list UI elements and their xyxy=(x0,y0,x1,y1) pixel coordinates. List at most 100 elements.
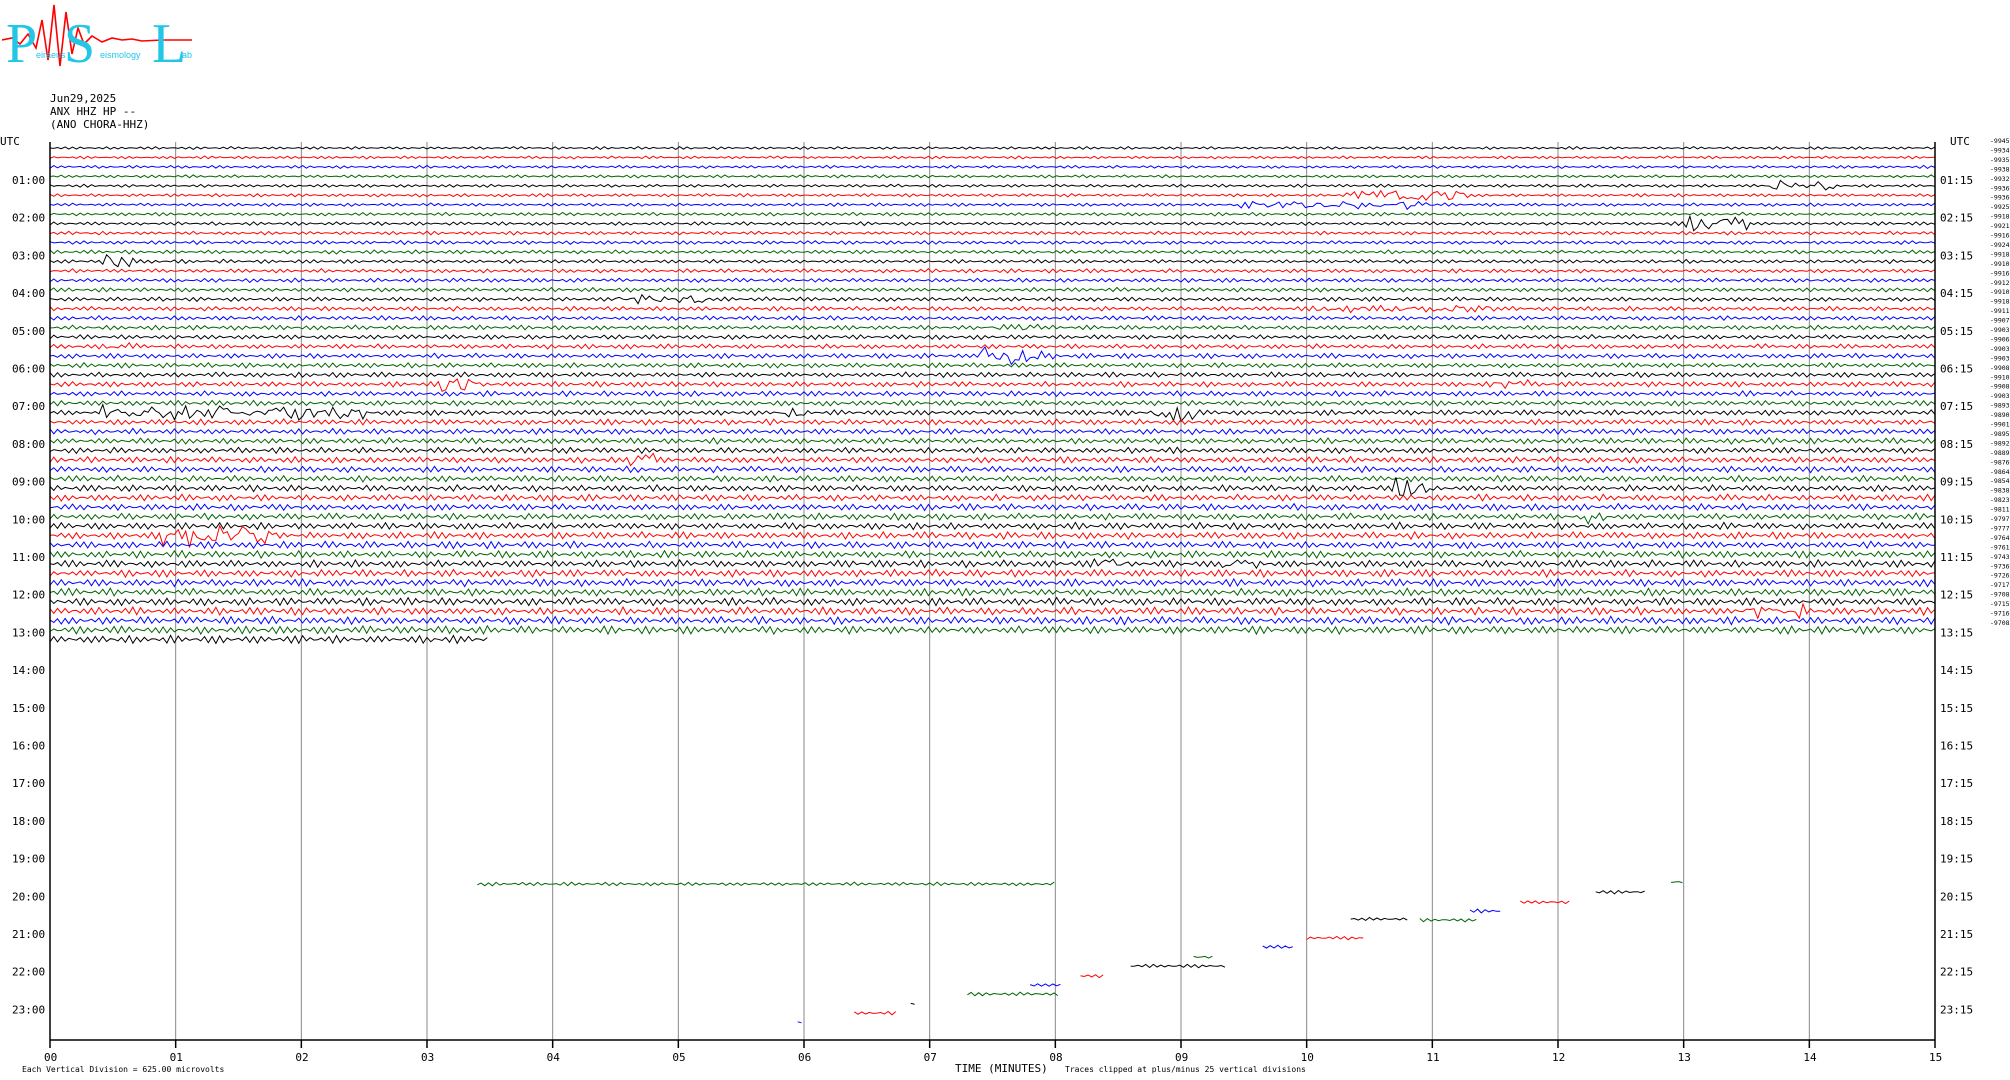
trace-value: -9893 xyxy=(1990,402,2010,410)
minute-tick-label: 03 xyxy=(421,1051,434,1064)
trace-line xyxy=(49,596,1936,607)
left-hour-label: 22:00 xyxy=(12,966,45,979)
minute-tick-label: 09 xyxy=(1175,1051,1188,1064)
header-label: (ANO CHORA-HHZ) xyxy=(50,118,150,131)
right-hour-label: 14:15 xyxy=(1940,664,1973,677)
left-hour-label: 14:00 xyxy=(12,664,45,677)
right-hour-label: 10:15 xyxy=(1940,513,1973,526)
trace-value: -9932 xyxy=(1990,175,2010,183)
trace-value: -9901 xyxy=(1990,421,2010,429)
trace-fragment xyxy=(1520,900,1570,905)
footer-scale: Each Vertical Division = 625.00 microvol… xyxy=(22,1065,225,1074)
trace-line xyxy=(49,474,1936,483)
trace-line xyxy=(49,277,1936,284)
logo-letter-l: L xyxy=(152,13,186,70)
trace-line xyxy=(49,557,1936,570)
logo-small-2: eismology xyxy=(100,50,141,60)
trace-line xyxy=(49,602,1936,620)
trace-value: -9743 xyxy=(1990,553,2010,561)
trace-line xyxy=(49,323,1936,331)
right-hour-label: 07:15 xyxy=(1940,400,1973,413)
trace-value: -9921 xyxy=(1990,222,2010,230)
trace-line xyxy=(49,634,488,645)
trace-value: -9823 xyxy=(1990,496,2010,504)
right-hour-label: 13:15 xyxy=(1940,626,1973,639)
trace-value: -9918 xyxy=(1990,298,2010,306)
trace-fragment xyxy=(1595,889,1645,895)
trace-line xyxy=(49,371,1936,379)
trace-line xyxy=(49,465,1936,474)
trace-line xyxy=(49,189,1936,201)
trace-line xyxy=(49,333,1935,341)
left-hour-label: 16:00 xyxy=(12,740,45,753)
left-hour-label: 10:00 xyxy=(12,513,45,526)
minute-tick-label: 08 xyxy=(1049,1051,1062,1064)
trace-line xyxy=(49,341,1936,350)
left-hour-label: 21:00 xyxy=(12,928,45,941)
psl-logo: P S L eiraeus eismology ab xyxy=(2,4,192,70)
header-station: ANX HHZ HP -- xyxy=(50,105,137,118)
trace-fragment xyxy=(1469,908,1501,914)
trace-value: -9903 xyxy=(1990,354,2010,362)
right-axis-title: UTC xyxy=(1950,135,1970,148)
trace-line xyxy=(49,211,1936,217)
trace-line xyxy=(49,179,1936,191)
minute-tick-label: 11 xyxy=(1426,1051,1439,1064)
trace-value: -9908 xyxy=(1990,383,2010,391)
left-hour-label: 23:00 xyxy=(12,1003,45,1016)
trace-line xyxy=(49,524,1936,548)
trace-line xyxy=(49,214,1936,232)
trace-value: -9916 xyxy=(1990,232,2010,240)
seismic-traces xyxy=(49,145,1936,1024)
trace-value: -9903 xyxy=(1990,392,2010,400)
left-hour-label: 17:00 xyxy=(12,777,45,790)
trace-line xyxy=(49,477,1936,497)
trace-line xyxy=(49,418,1936,427)
trace-value: -9726 xyxy=(1990,572,2010,580)
left-hour-label: 20:00 xyxy=(12,890,45,903)
trace-line xyxy=(49,568,1936,579)
trace-line xyxy=(49,512,1936,526)
logo-letter-p: P xyxy=(6,13,37,70)
left-hour-label: 19:00 xyxy=(12,853,45,866)
minute-tick-label: 01 xyxy=(170,1051,183,1064)
trace-line xyxy=(49,200,1936,211)
left-hour-label: 02:00 xyxy=(12,212,45,225)
left-hour-label: 06:00 xyxy=(12,363,45,376)
trace-line xyxy=(49,249,1936,255)
trace-line xyxy=(49,253,1936,268)
left-hour-label: 09:00 xyxy=(12,476,45,489)
trace-value: -9889 xyxy=(1990,449,2010,457)
trace-line xyxy=(49,549,1936,560)
right-hour-label: 11:15 xyxy=(1940,551,1973,564)
trace-fragment xyxy=(477,881,1055,887)
trace-value: -9715 xyxy=(1990,600,2010,608)
right-hour-label: 23:15 xyxy=(1940,1003,1973,1016)
trace-value: -9838 xyxy=(1990,487,2010,495)
trace-line xyxy=(49,521,1936,531)
trace-line xyxy=(49,293,1936,305)
trace-value: -9854 xyxy=(1990,477,2010,485)
trace-line xyxy=(49,403,1936,423)
trace-fragment xyxy=(854,1010,897,1016)
trace-value: -9876 xyxy=(1990,458,2010,466)
minute-tick-label: 13 xyxy=(1678,1051,1691,1064)
trace-line xyxy=(49,493,1936,503)
trace-value: -9908 xyxy=(1990,364,2010,372)
right-hour-label: 15:15 xyxy=(1940,702,1973,715)
trace-line xyxy=(49,502,1936,512)
trace-line xyxy=(49,286,1936,293)
trace-value: -9708 xyxy=(1990,591,2010,599)
trace-line xyxy=(49,446,1936,455)
trace-value: -9895 xyxy=(1990,430,2010,438)
minute-tick-label: 15 xyxy=(1929,1051,1942,1064)
right-hour-label: 04:15 xyxy=(1940,287,1973,300)
right-hour-label: 05:15 xyxy=(1940,325,1973,338)
trace-value: -9907 xyxy=(1990,317,2010,325)
trace-value: -9906 xyxy=(1990,335,2010,343)
minute-tick-label: 12 xyxy=(1552,1051,1565,1064)
trace-line xyxy=(49,314,1936,322)
trace-fragment xyxy=(910,1002,915,1005)
trace-line xyxy=(49,615,1936,626)
trace-value: -9890 xyxy=(1990,411,2010,419)
